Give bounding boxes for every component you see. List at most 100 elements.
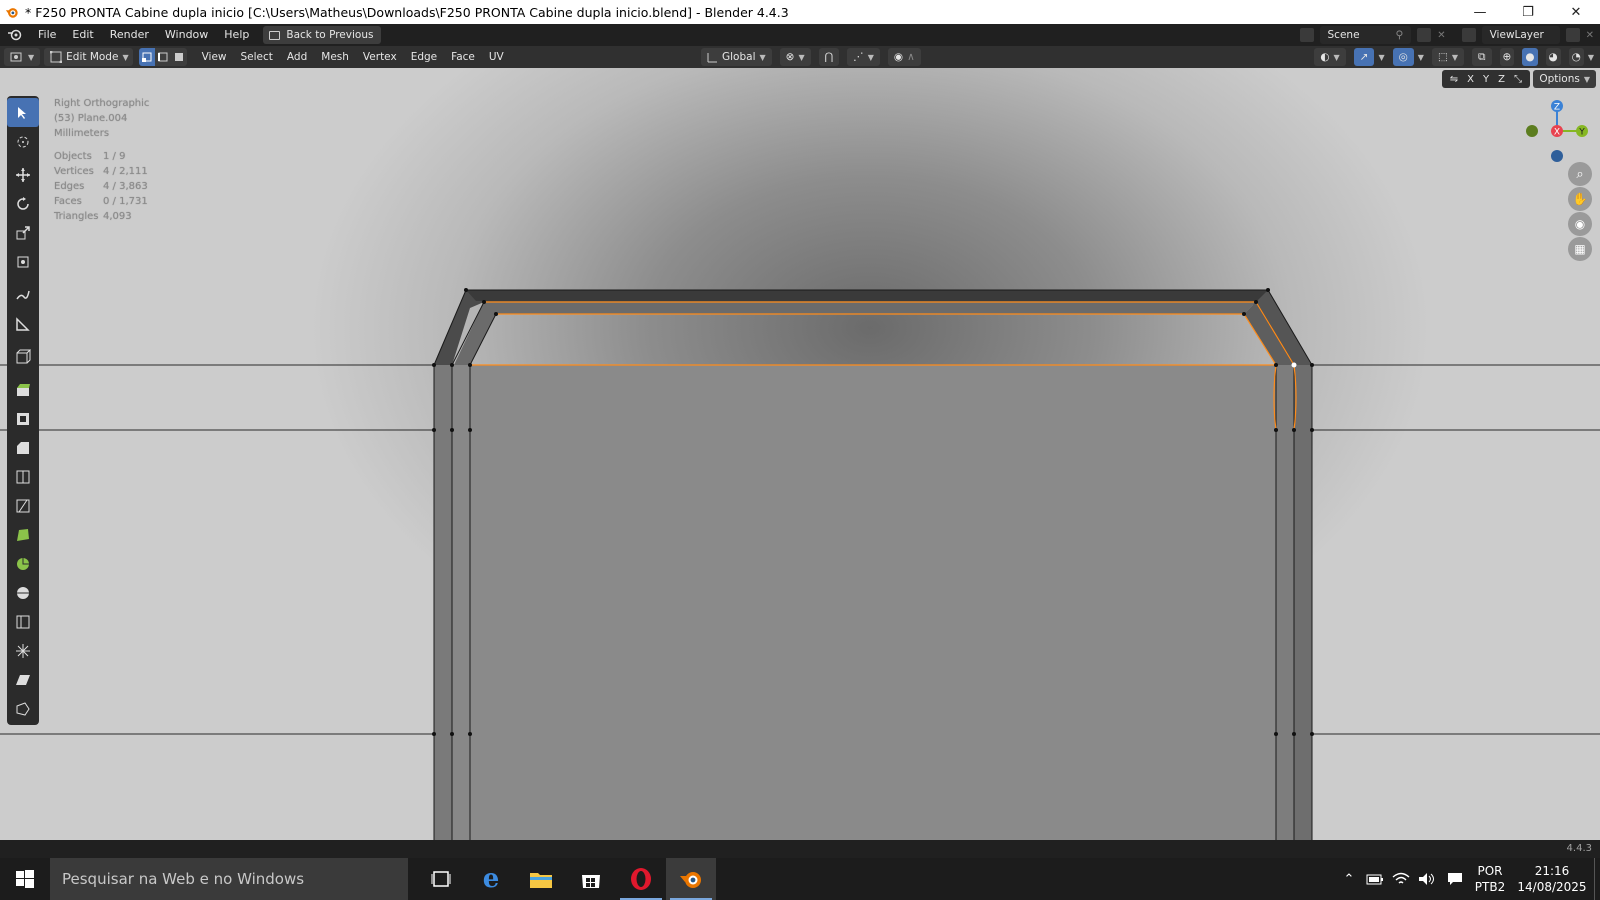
smooth-tool[interactable] xyxy=(7,578,39,607)
poly-build-tool[interactable] xyxy=(7,520,39,549)
rotate-tool[interactable] xyxy=(7,189,39,218)
edge-browser-button[interactable]: e xyxy=(466,858,516,900)
menu-render[interactable]: Render xyxy=(102,24,157,46)
blender-menu-icon[interactable] xyxy=(0,24,30,46)
bevel-tool[interactable] xyxy=(7,433,39,462)
snap-toggle[interactable]: ⋂ xyxy=(818,48,840,66)
snap-target-selector[interactable]: ⋰ ▼ xyxy=(847,48,880,66)
shading-wireframe[interactable]: ⊕ xyxy=(1499,48,1515,66)
pivot-point-selector[interactable]: ⊗ ▼ xyxy=(779,48,811,66)
maximize-button[interactable]: ❐ xyxy=(1504,0,1552,24)
knife-tool[interactable] xyxy=(7,491,39,520)
add-cube-tool[interactable] xyxy=(7,342,39,371)
options-dropdown[interactable]: Options ▼ xyxy=(1533,70,1596,88)
menu-file[interactable]: File xyxy=(30,24,64,46)
object-visibility-selector[interactable]: ◐ ▼ xyxy=(1314,48,1346,66)
shear-tool[interactable] xyxy=(7,665,39,694)
measure-tool[interactable] xyxy=(7,309,39,338)
navigation-gizmo[interactable]: Z X Y xyxy=(1522,96,1592,166)
shading-rendered[interactable]: ◔ xyxy=(1568,48,1584,66)
pan-button[interactable]: ✋ xyxy=(1568,187,1592,211)
spin-tool[interactable] xyxy=(7,549,39,578)
action-center-button[interactable] xyxy=(1440,858,1470,900)
start-button[interactable] xyxy=(0,858,50,900)
blender-taskbar-button[interactable] xyxy=(666,858,716,900)
menu-select[interactable]: Select xyxy=(234,46,280,68)
gizmo-toggle[interactable]: ↗ xyxy=(1353,48,1375,66)
face-select-button[interactable] xyxy=(170,48,187,66)
mirror-x-toggle[interactable]: X xyxy=(1467,74,1474,85)
scene-icon[interactable] xyxy=(1299,28,1314,42)
mode-selector[interactable]: Edit Mode ▼ xyxy=(44,48,133,66)
camera-view-button[interactable]: ◉ xyxy=(1568,212,1592,236)
file-explorer-button[interactable] xyxy=(516,858,566,900)
transform-tool[interactable] xyxy=(7,247,39,276)
move-tool[interactable] xyxy=(7,160,39,189)
zoom-button[interactable]: ⌕ xyxy=(1568,162,1592,186)
mirror-y-toggle[interactable]: Y xyxy=(1483,74,1489,85)
transform-orientation-selector[interactable]: Global ▼ xyxy=(701,48,772,66)
taskbar-search-box[interactable]: Pesquisar na Web e no Windows xyxy=(50,858,408,900)
scale-tool[interactable] xyxy=(7,218,39,247)
shading-material[interactable]: ◕ xyxy=(1545,48,1561,66)
back-to-previous-button[interactable]: Back to Previous xyxy=(263,26,382,44)
3d-viewport[interactable]: Right Orthographic (53) Plane.004 Millim… xyxy=(0,68,1600,840)
cursor-tool[interactable] xyxy=(7,127,39,156)
loop-cut-tool[interactable] xyxy=(7,462,39,491)
menu-mesh[interactable]: Mesh xyxy=(314,46,356,68)
battery-button[interactable] xyxy=(1362,858,1388,900)
clock-button[interactable]: 21:16 14/08/2025 xyxy=(1510,863,1594,895)
scene-selector[interactable]: Scene ⚲ xyxy=(1319,26,1412,44)
show-desktop-button[interactable] xyxy=(1594,858,1600,900)
overlays-dropdown-icon[interactable]: ▼ xyxy=(1418,53,1424,62)
shading-solid[interactable]: ● xyxy=(1522,48,1538,66)
auto-merge-icon[interactable]: ⤡ xyxy=(1514,74,1522,85)
mirror-z-toggle[interactable]: Z xyxy=(1498,74,1505,85)
select-box-tool[interactable] xyxy=(7,98,39,127)
xray-toggle[interactable]: ⧉ xyxy=(1472,48,1492,66)
menu-add[interactable]: Add xyxy=(280,46,314,68)
network-button[interactable] xyxy=(1388,858,1414,900)
close-button[interactable]: ✕ xyxy=(1552,0,1600,24)
store-button[interactable] xyxy=(566,858,616,900)
view-layer-selector[interactable]: ViewLayer xyxy=(1481,26,1560,44)
minimize-button[interactable]: — xyxy=(1456,0,1504,24)
overlays-toggle[interactable]: ◎ xyxy=(1392,48,1414,66)
inset-tool[interactable] xyxy=(7,404,39,433)
view-layer-icon[interactable] xyxy=(1461,28,1476,42)
menu-edit[interactable]: Edit xyxy=(64,24,101,46)
edge-slide-tool[interactable] xyxy=(7,607,39,636)
edge-select-button[interactable] xyxy=(154,48,171,66)
menu-help[interactable]: Help xyxy=(216,24,257,46)
annotate-icon xyxy=(16,290,30,299)
menu-window[interactable]: Window xyxy=(157,24,216,46)
vertex-select-button[interactable] xyxy=(138,48,155,66)
shrink-fatten-tool[interactable] xyxy=(7,636,39,665)
menu-edge[interactable]: Edge xyxy=(404,46,444,68)
mesh-edit-overlays[interactable]: ⬚ ▼ xyxy=(1431,48,1465,66)
input-language-button[interactable]: POR PTB2 xyxy=(1470,863,1510,895)
rip-region-tool[interactable] xyxy=(7,694,39,723)
pin-icon[interactable]: ⚲ xyxy=(1396,29,1404,41)
gizmo-dropdown-icon[interactable]: ▼ xyxy=(1378,53,1384,62)
show-hidden-icons-button[interactable]: ⌃ xyxy=(1336,858,1362,900)
delete-scene-icon[interactable]: ✕ xyxy=(1437,30,1445,41)
extrude-tool[interactable] xyxy=(7,375,39,404)
delete-view-layer-icon[interactable]: ✕ xyxy=(1586,30,1594,41)
opera-button[interactable] xyxy=(616,858,666,900)
shading-dropdown-icon[interactable]: ▼ xyxy=(1588,53,1594,62)
editor-type-button[interactable]: ▼ xyxy=(4,48,41,66)
menu-vertex[interactable]: Vertex xyxy=(356,46,404,68)
annotate-tool[interactable] xyxy=(7,280,39,309)
falloff-icon[interactable]: ∧ xyxy=(907,51,915,63)
orthographic-toggle-button[interactable]: ▦ xyxy=(1568,237,1592,261)
new-scene-icon[interactable] xyxy=(1417,28,1432,42)
menu-face[interactable]: Face xyxy=(444,46,482,68)
menu-view[interactable]: View xyxy=(195,46,234,68)
chevron-down-icon: ▼ xyxy=(28,52,35,62)
proportional-edit-toggle[interactable]: ◉ ∧ xyxy=(887,48,921,66)
task-view-button[interactable] xyxy=(416,858,466,900)
menu-uv[interactable]: UV xyxy=(482,46,511,68)
volume-button[interactable] xyxy=(1414,858,1440,900)
new-view-layer-icon[interactable] xyxy=(1565,28,1580,42)
